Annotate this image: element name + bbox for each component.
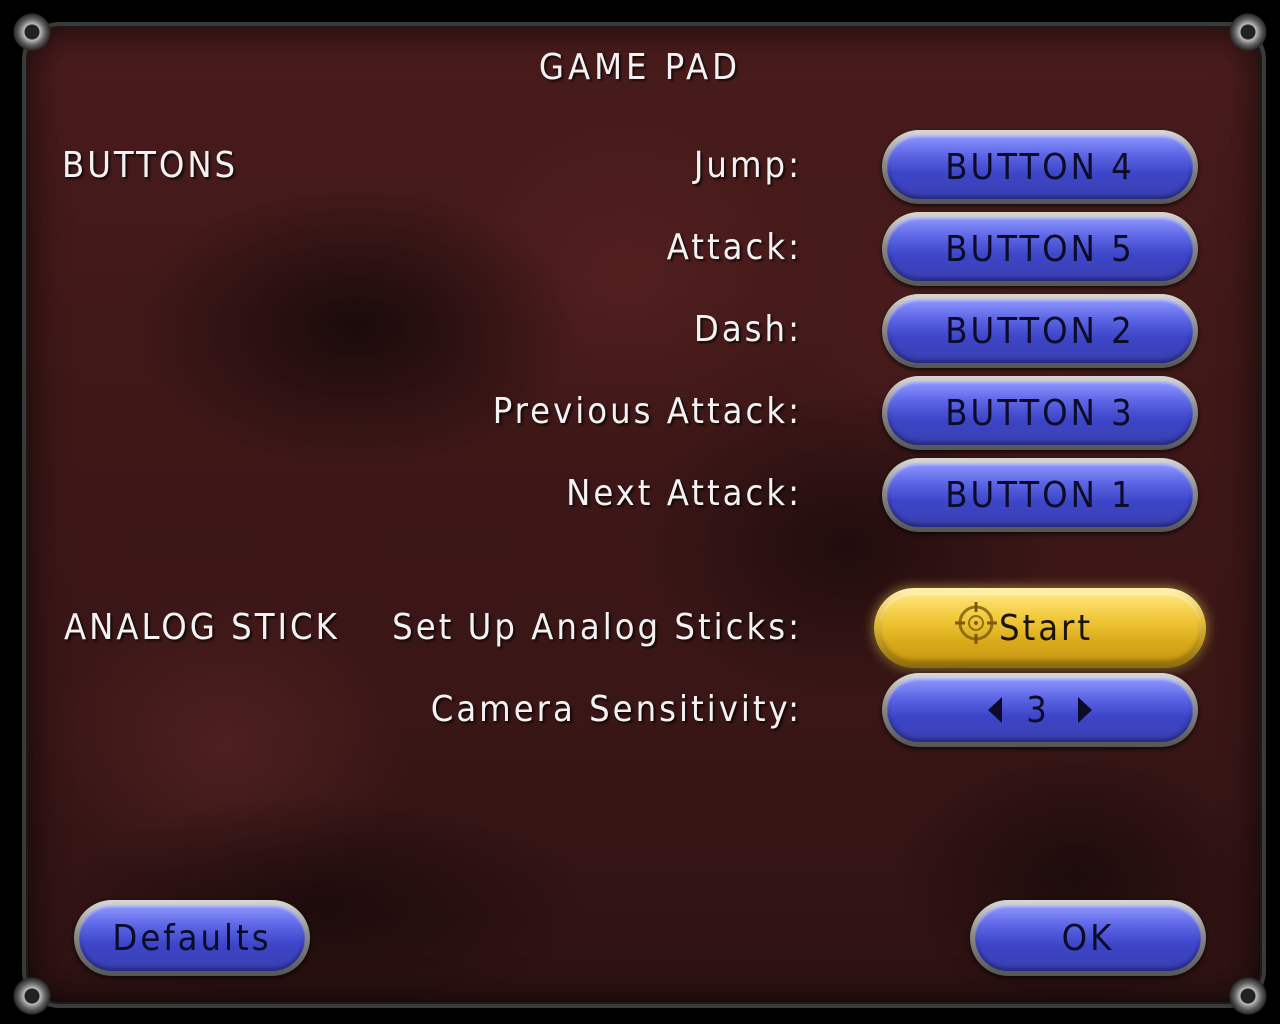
arrow-right-icon[interactable] — [1077, 697, 1092, 723]
camera-sensitivity-face: 3 — [887, 678, 1193, 742]
dash-binding-value: BUTTON 2 — [887, 299, 1193, 363]
setup-analog-sticks-label: Set Up Analog Sticks: — [392, 607, 802, 648]
jump-binding-value: BUTTON 4 — [887, 135, 1193, 199]
ok-button-label: OK — [975, 905, 1201, 971]
next-attack-binding-value: BUTTON 1 — [887, 463, 1193, 527]
attack-binding-button[interactable]: BUTTON 5 — [882, 212, 1198, 286]
start-button-label: Start — [998, 607, 1094, 649]
previous-attack-label: Previous Attack: — [492, 391, 802, 432]
section-analog-stick-heading: ANALOG STICK — [64, 607, 340, 648]
camera-sensitivity-label: Camera Sensitivity: — [430, 689, 802, 730]
game-window: GAME PAD BUTTONS ANALOG STICK Jump: BUTT… — [0, 0, 1280, 1024]
page-title: GAME PAD — [538, 47, 742, 88]
arrow-left-icon[interactable] — [988, 697, 1003, 723]
previous-attack-binding-button[interactable]: BUTTON 3 — [882, 376, 1198, 450]
next-attack-binding-button[interactable]: BUTTON 1 — [882, 458, 1198, 532]
metal-bolt-icon — [12, 12, 52, 52]
attack-binding-value: BUTTON 5 — [887, 217, 1193, 281]
defaults-button[interactable]: Defaults — [74, 900, 310, 976]
start-analog-setup-button[interactable]: Start — [874, 588, 1206, 668]
section-buttons-heading: BUTTONS — [62, 145, 239, 186]
metal-bolt-icon — [1228, 976, 1268, 1016]
attack-label: Attack: — [666, 227, 802, 268]
next-attack-label: Next Attack: — [566, 473, 802, 514]
jump-label: Jump: — [693, 145, 802, 186]
previous-attack-binding-value: BUTTON 3 — [887, 381, 1193, 445]
metal-bolt-icon — [12, 976, 52, 1016]
dash-binding-button[interactable]: BUTTON 2 — [882, 294, 1198, 368]
metal-bolt-icon — [1228, 12, 1268, 52]
camera-sensitivity-value: 3 — [1026, 689, 1050, 731]
jump-binding-button[interactable]: BUTTON 4 — [882, 130, 1198, 204]
start-button-face: Start — [879, 593, 1201, 663]
camera-sensitivity-spinner[interactable]: 3 — [882, 673, 1198, 747]
defaults-button-label: Defaults — [79, 905, 305, 971]
crosshair-cursor-icon — [955, 602, 997, 644]
dash-label: Dash: — [693, 309, 802, 350]
ok-button[interactable]: OK — [970, 900, 1206, 976]
